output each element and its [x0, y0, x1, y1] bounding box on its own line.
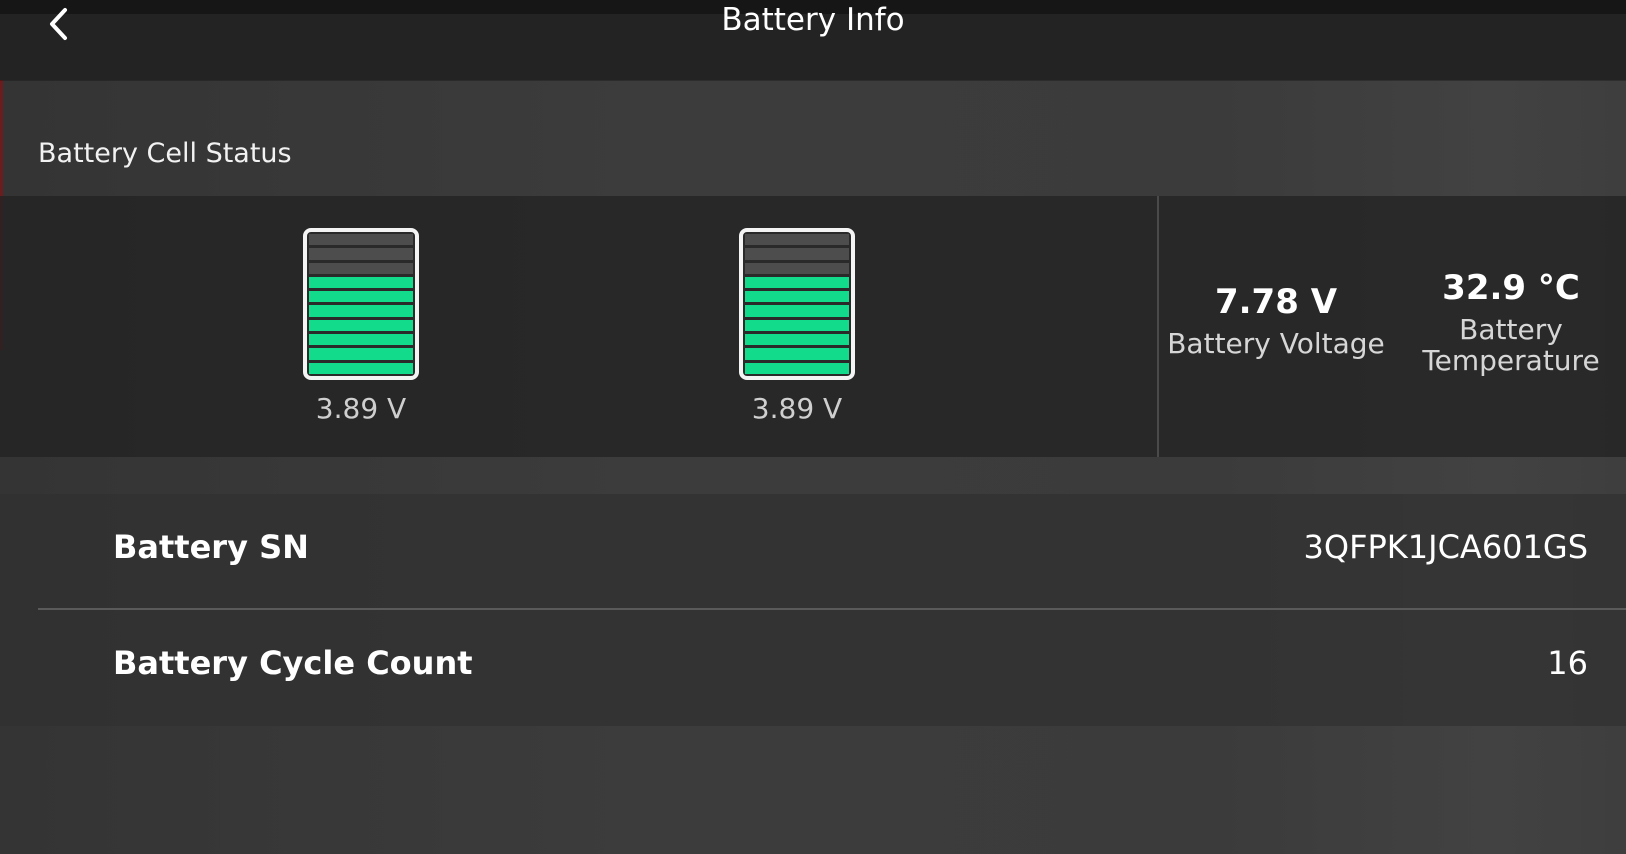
battery-voltage-label: Battery Voltage — [1167, 327, 1385, 360]
top-bar: Battery Info — [0, 0, 1626, 80]
cell-segment-filled — [745, 305, 849, 317]
cell-segment-filled — [309, 276, 413, 289]
cell-segment-filled — [309, 334, 413, 346]
battery-info-screen: Battery Info Battery Cell Status 3.89 V … — [0, 0, 1626, 854]
cell-segment-filled — [745, 291, 849, 303]
cell-segment-filled — [745, 362, 849, 374]
cell-voltage: 3.89 V — [751, 392, 843, 425]
section-title: Battery Cell Status — [38, 138, 292, 169]
cell-voltage: 3.89 V — [315, 392, 407, 425]
row-value: 3QFPK1JCA601GS — [1303, 528, 1588, 566]
battery-temperature-stat: 32.9 °C Battery Temperature — [1396, 268, 1626, 376]
cell-segment-filled — [309, 319, 413, 332]
cell-segment-filled — [309, 362, 413, 374]
cell-segment-filled — [745, 319, 849, 332]
cell-segment-filled — [309, 348, 413, 360]
cell-segment-empty — [745, 262, 849, 274]
cell-segment-filled — [745, 276, 849, 289]
battery-temperature-label: Battery Temperature — [1422, 313, 1600, 377]
cell-segment-empty — [309, 248, 413, 260]
row-value: 16 — [1547, 644, 1588, 682]
cell-segment-filled — [309, 291, 413, 303]
row-label: Battery SN — [113, 528, 309, 566]
battery-voltage-stat: 7.78 V Battery Voltage — [1160, 282, 1392, 359]
panel-divider — [1157, 196, 1159, 457]
battery-temperature-value: 32.9 °C — [1442, 268, 1580, 308]
page-title: Battery Info — [721, 2, 905, 38]
cell-segment-empty — [309, 234, 413, 246]
cell-segment-empty — [745, 248, 849, 260]
battery-sn-row[interactable]: Battery SN 3QFPK1JCA601GS — [0, 494, 1626, 608]
battery-cycle-count-row[interactable]: Battery Cycle Count 16 — [0, 610, 1626, 724]
cell-segment-empty — [309, 262, 413, 274]
battery-cell-icon — [303, 228, 419, 380]
cell-segment-filled — [309, 305, 413, 317]
cell-segment-filled — [745, 334, 849, 346]
row-label: Battery Cycle Count — [113, 644, 473, 682]
battery-cell-2: 3.89 V — [739, 228, 855, 425]
battery-cell-1: 3.89 V — [303, 228, 419, 425]
battery-cell-icon — [739, 228, 855, 380]
battery-voltage-value: 7.78 V — [1214, 282, 1338, 322]
cell-segment-filled — [745, 348, 849, 360]
cell-segment-empty — [745, 234, 849, 246]
